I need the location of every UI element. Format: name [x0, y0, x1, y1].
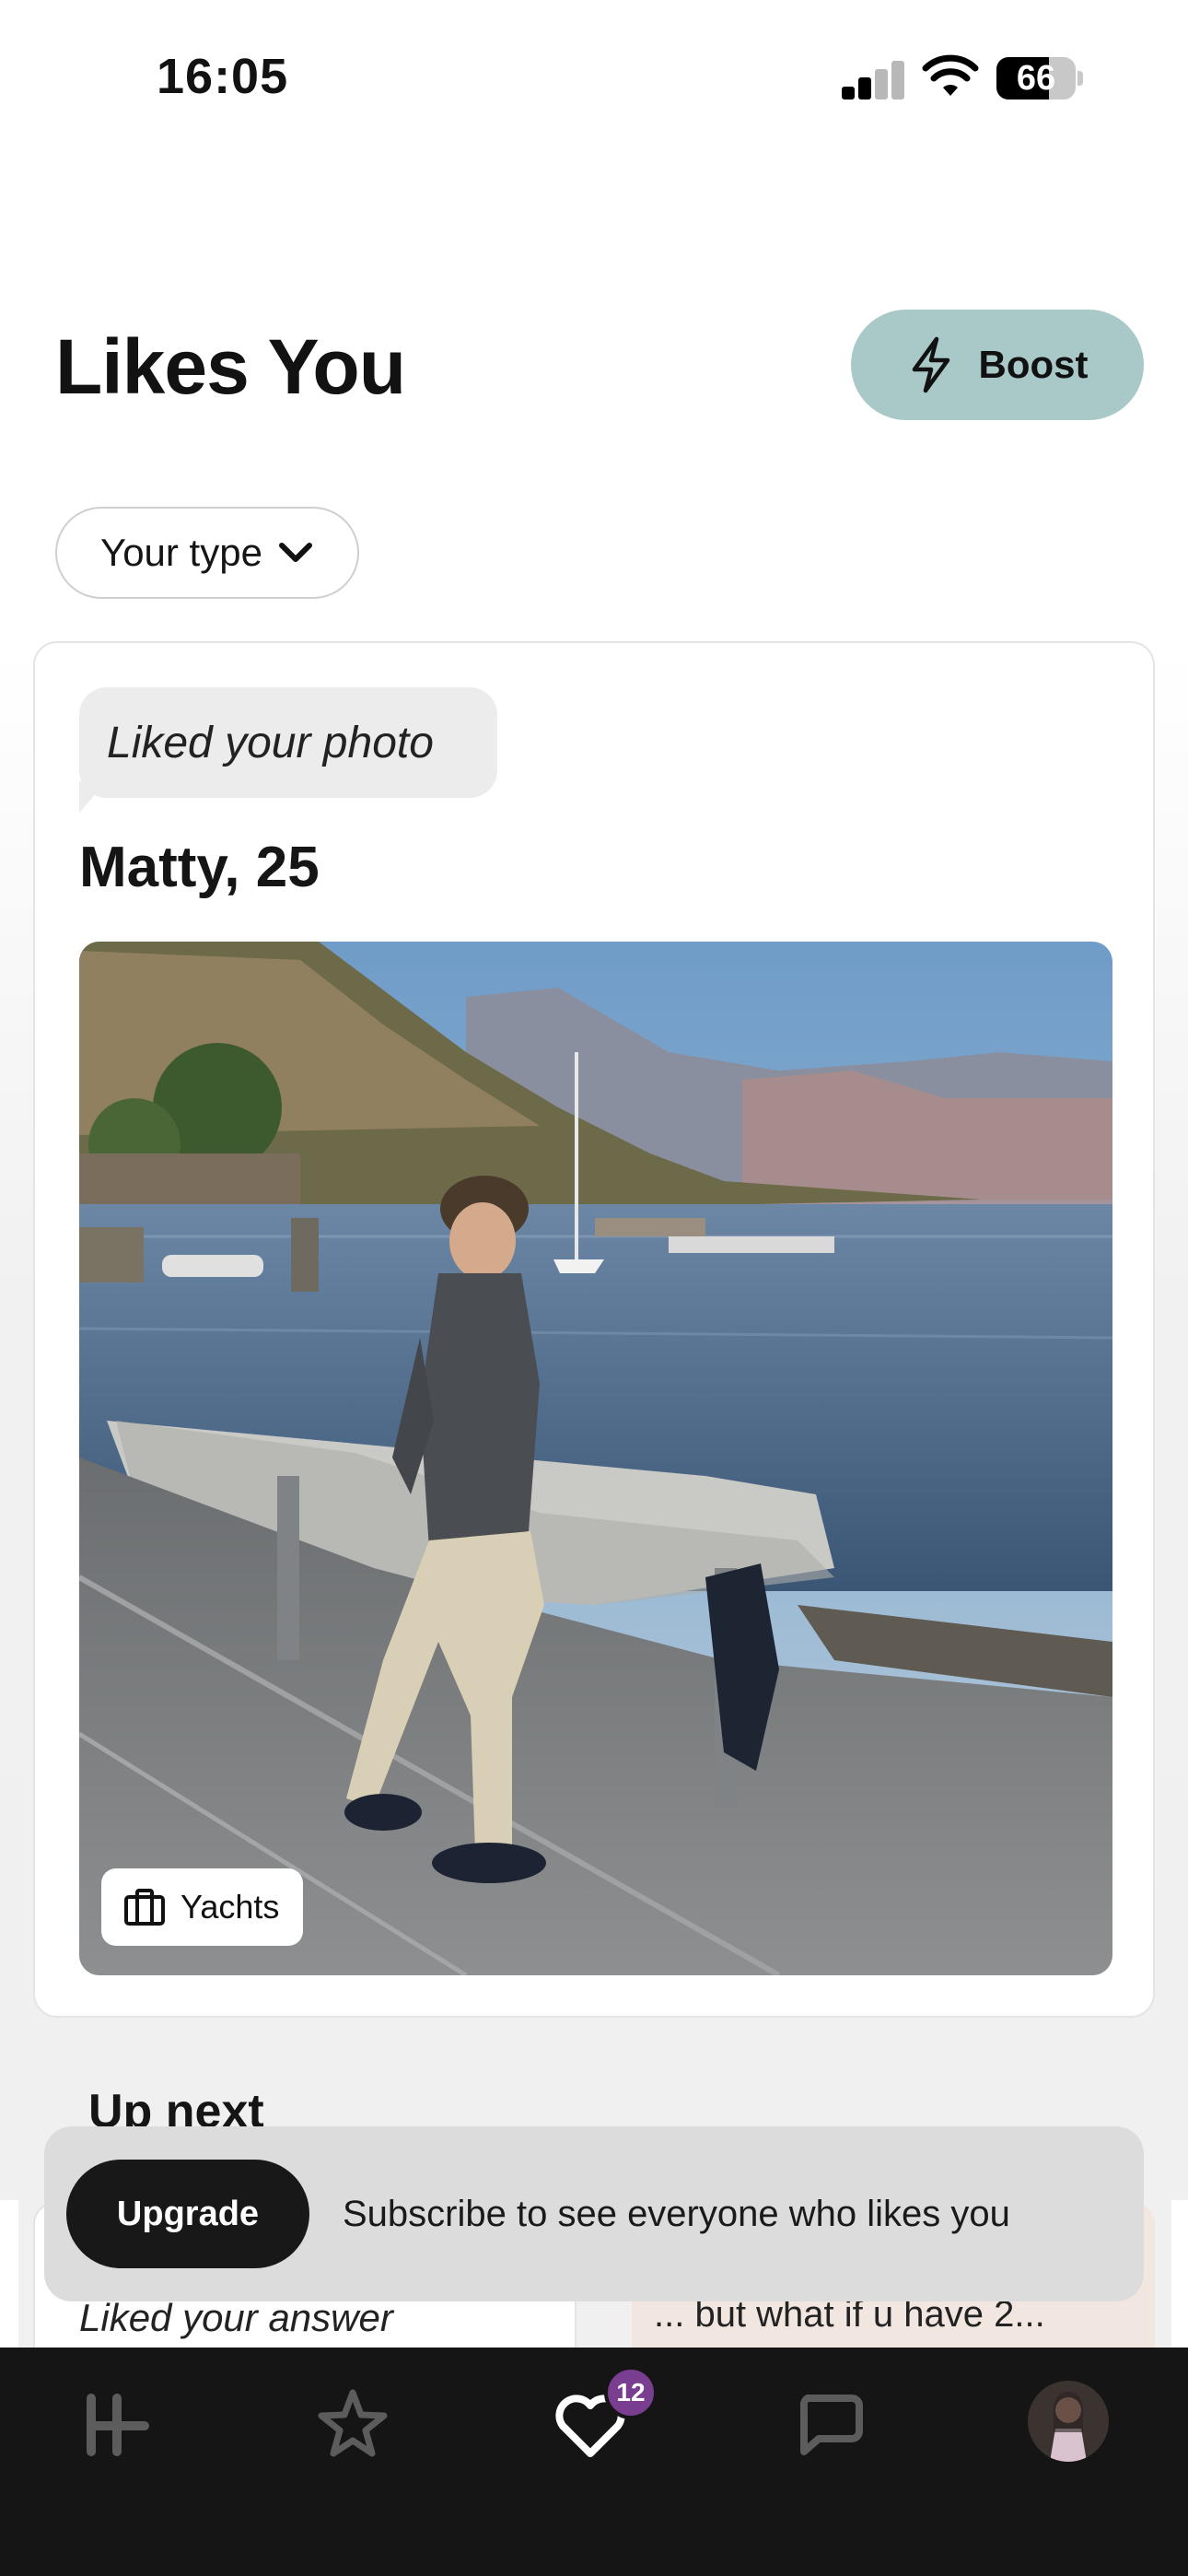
interest-tag: Yachts	[101, 1868, 304, 1946]
page-title: Likes You	[55, 323, 406, 410]
like-context-bubble: Liked your photo	[79, 687, 497, 798]
upgrade-button[interactable]: Upgrade	[66, 2160, 309, 2268]
filter-label: Your type	[100, 531, 262, 574]
boost-label: Boost	[978, 343, 1089, 386]
lightning-icon	[912, 336, 949, 393]
card-peek-right	[1171, 2200, 1188, 2348]
up-next-card-text: Liked your answer	[79, 2296, 393, 2339]
tab-home[interactable]	[66, 2373, 168, 2475]
wifi-icon	[922, 54, 979, 96]
profile-photo[interactable]: Yachts	[79, 942, 1112, 1975]
status-time: 16:05	[157, 49, 289, 104]
upgrade-banner: Upgrade Subscribe to see everyone who li…	[44, 2126, 1144, 2301]
your-type-filter[interactable]: Your type	[55, 507, 359, 599]
cellular-signal-icon	[842, 61, 904, 100]
battery-percent: 66	[1016, 59, 1056, 98]
briefcase-icon	[124, 1889, 165, 1926]
lakeside-photo	[79, 942, 1112, 1975]
like-context-text: Liked your photo	[107, 718, 434, 767]
tab-matches[interactable]	[779, 2373, 880, 2475]
likes-count-badge: 12	[604, 2366, 658, 2419]
tab-bar: 12	[0, 2348, 1188, 2576]
chat-bubble-icon	[799, 2395, 863, 2455]
avatar	[1028, 2381, 1109, 2462]
star-icon	[318, 2389, 388, 2457]
upgrade-banner-text: Subscribe to see everyone who likes you	[343, 2194, 1010, 2234]
like-card[interactable]: Liked your photo Matty, 25 Yachts	[33, 641, 1155, 2018]
tab-standouts[interactable]	[302, 2373, 403, 2475]
status-bar: 16:05 66	[0, 0, 1188, 157]
battery-icon: 66	[996, 57, 1083, 100]
boost-button[interactable]: Boost	[851, 310, 1144, 420]
card-peek-left	[0, 2200, 18, 2348]
tab-profile-avatar[interactable]	[1028, 2381, 1109, 2462]
hinge-logo-icon	[87, 2394, 149, 2456]
interest-tag-label: Yachts	[181, 1888, 280, 1926]
profile-name: Matty, 25	[79, 836, 320, 899]
chevron-down-icon	[278, 543, 312, 562]
